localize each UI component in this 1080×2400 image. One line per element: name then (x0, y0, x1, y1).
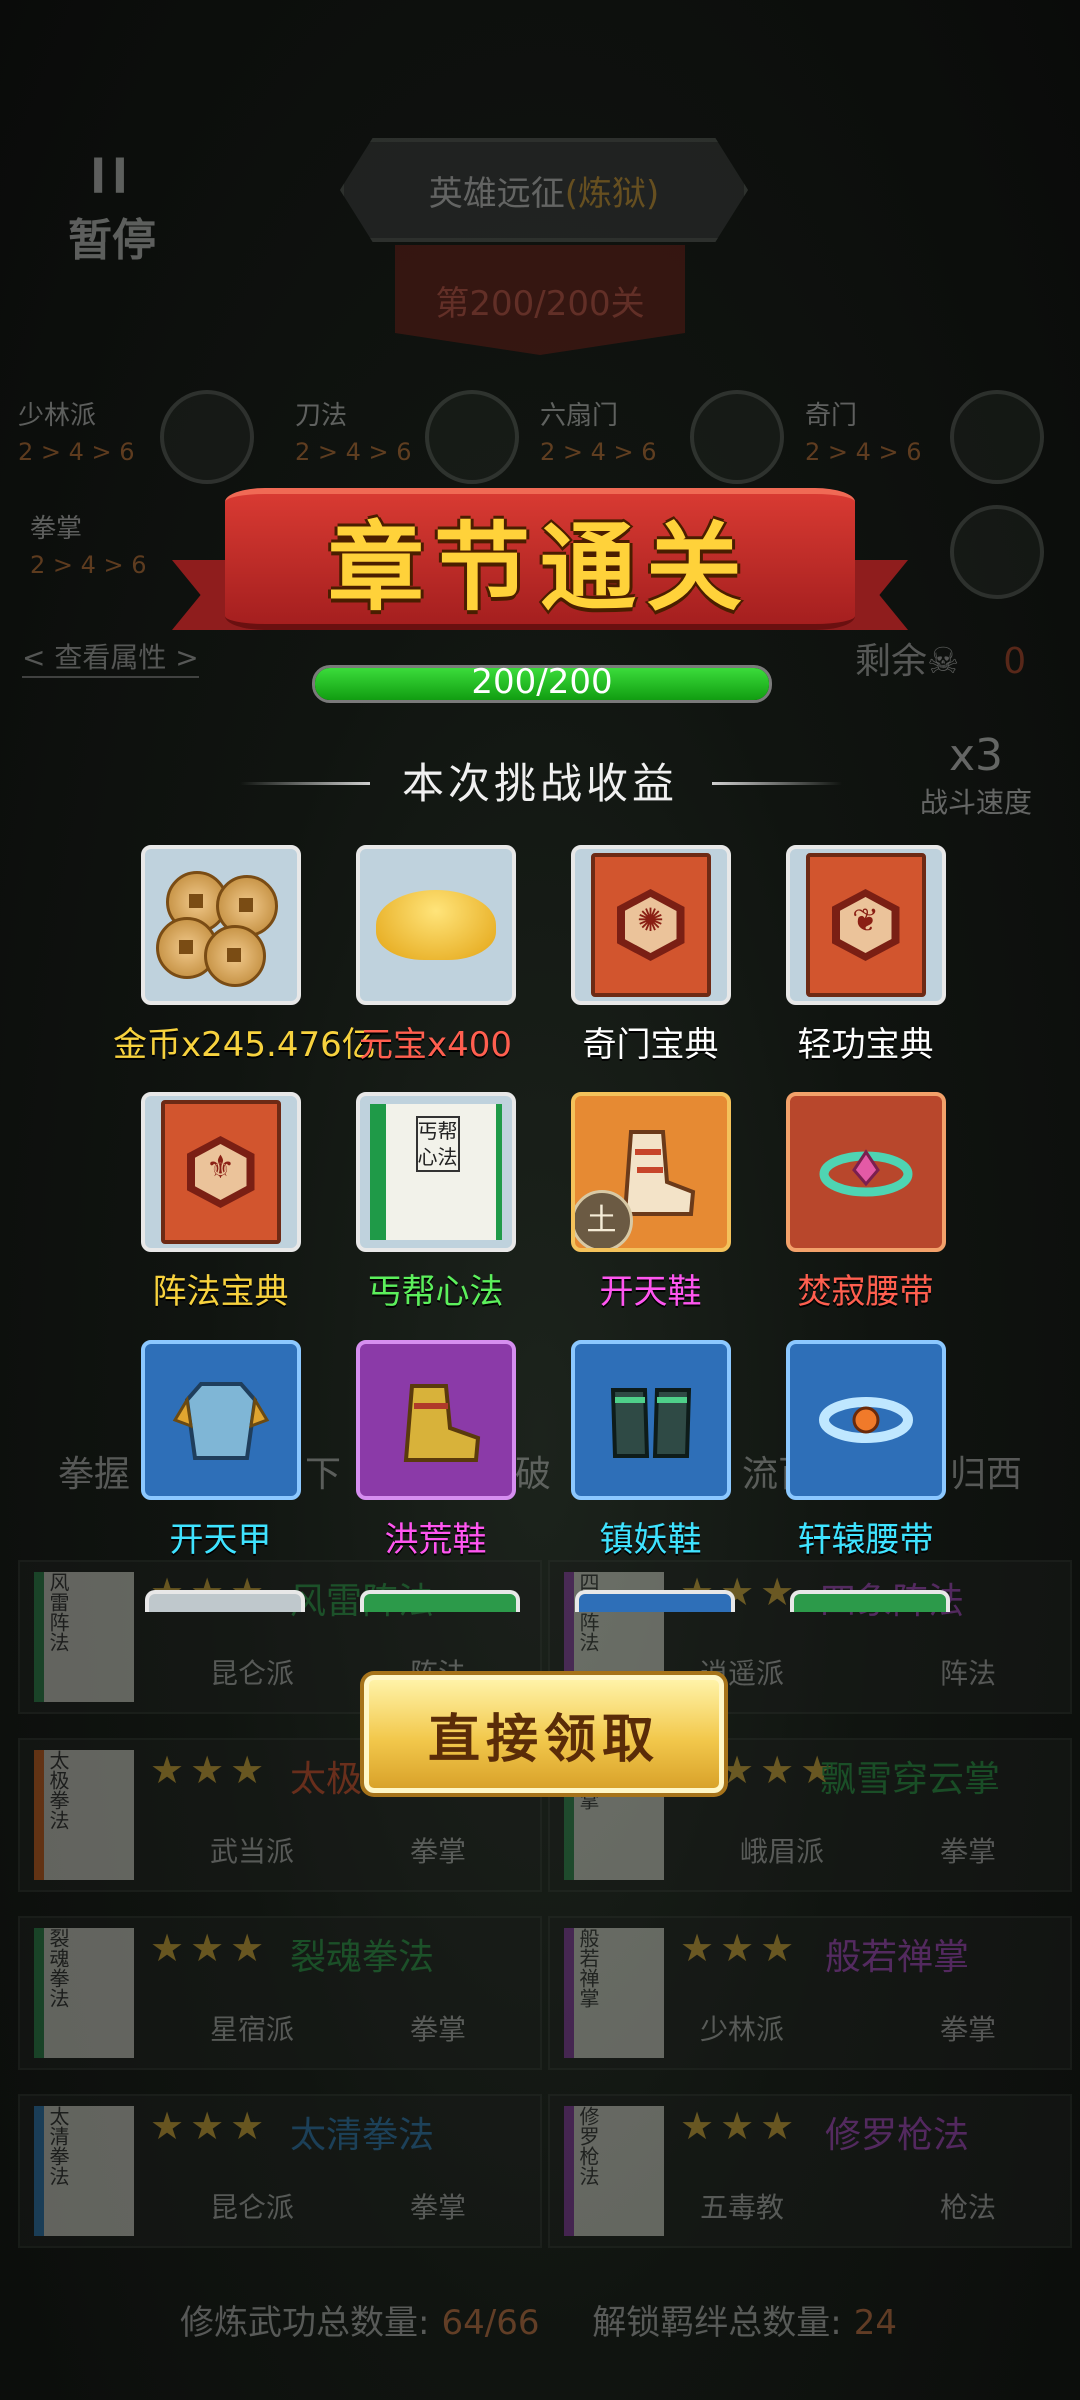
sect-emblem-icon (950, 390, 1044, 484)
beggar-sect-manual-icon: 丐帮心法 (355, 1092, 516, 1252)
reward-item[interactable]: 土 开天鞋 (543, 1092, 758, 1313)
skill-book-icon: 太极拳法 (34, 1750, 134, 1880)
skill-card[interactable]: 般若禅掌 ★★★ 般若禅掌 少林派 拳掌 (548, 1916, 1072, 2070)
skill-name: 太清拳法 (290, 2115, 435, 2156)
reward-item[interactable]: 洪荒鞋 (328, 1340, 543, 1561)
reward-label: 金币x245.476亿 (113, 1025, 376, 1065)
skill-book-icon: 裂魂拳法 (34, 1928, 134, 2058)
reward-label: 焚寂腰带 (797, 1272, 934, 1312)
speed-value: x3 (948, 730, 1004, 781)
remaining-enemies: 剩余☠ 0 (855, 632, 1026, 684)
kaitian-armor-icon (140, 1340, 301, 1500)
remaining-label: 剩余 (855, 641, 928, 682)
claim-button[interactable]: 直接领取 (364, 1675, 724, 1793)
qimen-manual-icon: ✺ (570, 845, 731, 1005)
skill-book-icon: 太清拳法 (34, 2106, 134, 2236)
sect-emblem-icon (690, 390, 784, 484)
qinggong-manual-icon: ❦ (785, 845, 946, 1005)
formation-manual-icon: ⚜ (140, 1092, 301, 1252)
sect-emblem-icon (425, 390, 519, 484)
divider-right (712, 782, 842, 785)
sect-emblem-icon (160, 390, 254, 484)
reward-item[interactable]: ⚜ 阵法宝典 (113, 1092, 328, 1313)
sect-bonus-fist: 拳掌 2 > 4 > 6 (30, 514, 147, 579)
claim-button-label: 直接领取 (427, 1708, 660, 1770)
sect-emblem-icon (950, 505, 1044, 599)
speed-label: 战斗速度 (920, 786, 1033, 819)
skill-name: 般若禅掌 (825, 1937, 970, 1978)
sect-bonus-blade: 刀法 2 > 4 > 6 (295, 401, 412, 466)
sect-bonus-qimen: 奇门 2 > 4 > 6 (805, 401, 922, 466)
chapter-clear-banner: 章节通关 (225, 488, 855, 630)
reward-label: 开天鞋 (599, 1272, 702, 1312)
reward-item[interactable]: ✺ 奇门宝典 (543, 845, 758, 1066)
sect-bonus-liushanmen: 六扇门 2 > 4 > 6 (540, 401, 657, 466)
reward-item[interactable]: 焚寂腰带 (758, 1092, 973, 1313)
mode-subtitle: (炼狱) (564, 173, 660, 214)
skill-book-icon: 般若禅掌 (564, 1928, 664, 2058)
reward-item[interactable]: ❦ 轻功宝典 (758, 845, 973, 1066)
reward-item-partial[interactable] (360, 1590, 520, 1612)
reward-label: 阵法宝典 (152, 1272, 289, 1312)
kaitian-boots-icon: 土 (570, 1092, 731, 1252)
reward-item[interactable]: 金币x245.476亿 (113, 845, 376, 1066)
reward-item[interactable]: 丐帮心法 丐帮心法 (328, 1092, 543, 1313)
reward-item[interactable]: 开天甲 (113, 1340, 328, 1561)
pause-icon: ll (90, 150, 134, 204)
skill-card[interactable]: 修罗枪法 ★★★ 修罗枪法 五毒教 枪法 (548, 2094, 1072, 2248)
reward-label: 洪荒鞋 (384, 1520, 487, 1560)
skill-book-icon: 修罗枪法 (564, 2106, 664, 2236)
battle-speed-button[interactable]: x3 战斗速度 (920, 730, 1032, 821)
coins-icon (140, 845, 301, 1005)
skill-name: 裂魂拳法 (290, 1937, 435, 1978)
reward-item[interactable]: 镇妖鞋 (543, 1340, 758, 1561)
remaining-count: 0 (1003, 641, 1027, 682)
reward-item-partial[interactable] (790, 1590, 950, 1612)
fenji-belt-icon (785, 1092, 946, 1252)
xuanyuan-belt-icon (785, 1340, 946, 1500)
reward-label: 元宝x400 (358, 1025, 513, 1065)
view-attributes-link[interactable]: < 查看属性 > (22, 636, 199, 678)
reward-item[interactable]: 轩辕腰带 (758, 1340, 973, 1561)
mode-title-plate: 英雄远征 (炼狱) (340, 138, 748, 242)
reward-label: 轻功宝典 (797, 1025, 934, 1065)
reward-label: 丐帮心法 (367, 1272, 504, 1312)
honghuang-boots-icon (355, 1340, 516, 1500)
skill-name: 飘雪穿云掌 (820, 1759, 1001, 1800)
reward-label: 奇门宝典 (582, 1025, 719, 1065)
skill-card[interactable]: 太清拳法 ★★★ 太清拳法 昆仑派 拳掌 (18, 2094, 542, 2248)
pause-label: 暂停 (68, 215, 156, 266)
rewards-title: 本次挑战收益 (401, 759, 678, 808)
gold-ingot-icon (355, 845, 516, 1005)
progress-text: 200/200 (471, 662, 613, 702)
reward-item[interactable]: 元宝x400 (328, 845, 543, 1066)
pause-button[interactable]: ll 暂停 (62, 150, 162, 290)
reward-label: 轩辕腰带 (797, 1520, 934, 1560)
skill-card[interactable]: 裂魂拳法 ★★★ 裂魂拳法 星宿派 拳掌 (18, 1916, 542, 2070)
reward-label: 开天甲 (169, 1520, 272, 1560)
mode-title: 英雄远征 (428, 173, 565, 214)
skull-icon: ☠ (927, 641, 960, 682)
skill-book-icon: 风雷阵法 (34, 1572, 134, 1702)
zhenyao-boots-icon (570, 1340, 731, 1500)
reward-item-partial[interactable] (575, 1590, 735, 1612)
reward-label: 镇妖鞋 (599, 1520, 702, 1560)
stage-indicator: 第200/200关 (395, 245, 685, 355)
banner-title: 章节通关 (328, 510, 752, 624)
element-badge: 土 (574, 1190, 633, 1248)
skill-name: 修罗枪法 (825, 2115, 970, 2156)
reward-item-partial[interactable] (145, 1590, 305, 1612)
footer-stats: 修炼武功总数量: 64/66 解锁羁绊总数量: 24 (180, 2303, 897, 2343)
sect-bonus-shaolin: 少林派 2 > 4 > 6 (18, 401, 135, 466)
skill-name: 太极 (290, 1759, 363, 1800)
